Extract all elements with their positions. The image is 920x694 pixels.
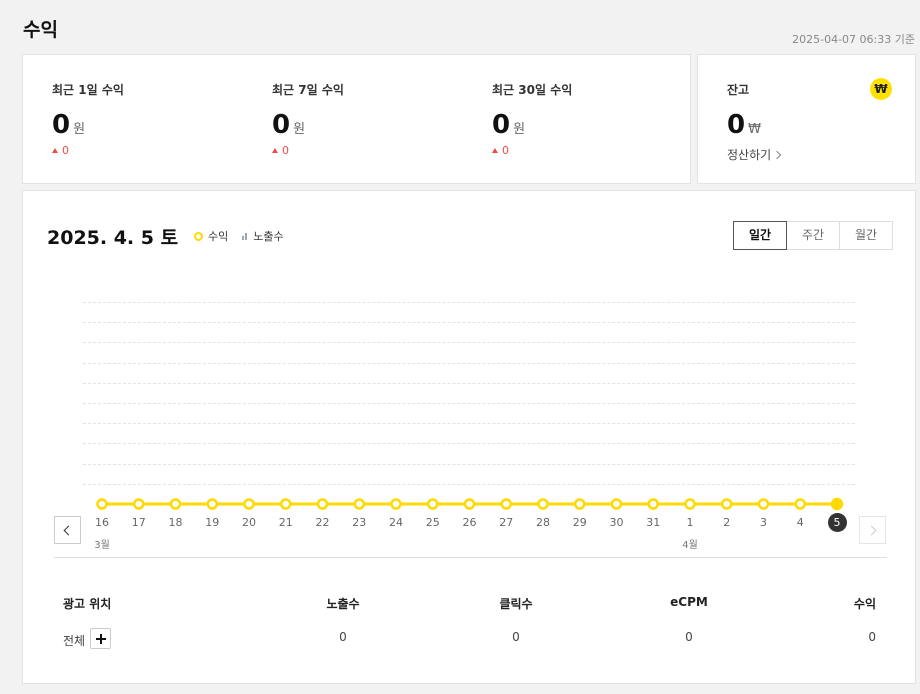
x-tick-label[interactable]: 21	[271, 516, 301, 529]
x-tick-label[interactable]: 16	[87, 516, 117, 529]
revenue-point[interactable]	[280, 498, 292, 510]
x-tick-label[interactable]: 23	[344, 516, 374, 529]
x-tick-label[interactable]: 1	[675, 516, 705, 529]
revenue-point[interactable]	[757, 498, 770, 510]
chevron-right-icon	[772, 150, 782, 160]
revenue-point[interactable]	[721, 498, 733, 510]
x-tick-label[interactable]: 30	[602, 516, 632, 529]
x-tick-label[interactable]: 22	[308, 516, 338, 529]
revenue-point[interactable]	[574, 498, 586, 510]
header-revenue: 수익	[853, 597, 876, 611]
metric-label: 최근 30일 수익	[492, 83, 573, 97]
x-tick-label[interactable]: 18	[161, 516, 191, 529]
metric-delta: 0	[492, 144, 572, 157]
header-impressions: 노출수	[326, 597, 360, 611]
revenue-line-chart	[96, 497, 844, 511]
revenue-point[interactable]	[316, 498, 329, 510]
x-tick-label[interactable]: 28	[528, 516, 558, 529]
x-tick-label[interactable]: 3	[749, 516, 779, 529]
balance-label: 잔고	[727, 83, 750, 97]
revenue-summary-card: 최근 1일 수익 0 원 0 최근 7일 수익 0 원 0 최근 30일 수익 …	[22, 54, 691, 184]
revenue-point[interactable]	[794, 498, 806, 510]
header-clicks: 클릭수	[499, 597, 533, 611]
expand-plus-button[interactable]	[90, 628, 112, 649]
metric-30day: 최근 30일 수익 0 원 0	[492, 81, 572, 157]
metric-value: 0	[272, 110, 291, 140]
revenue-point[interactable]	[500, 498, 512, 510]
chevron-right-icon	[866, 525, 877, 536]
month-label-april: 4월	[682, 540, 698, 551]
metric-delta: 0	[52, 144, 124, 157]
metric-unit: 원	[513, 122, 526, 137]
balance-unit: ₩	[748, 122, 761, 137]
revenue-chart-card: 2025. 4. 5 토 수익 노출수 일간 주간 월간 16 17 18 19 20 2…	[22, 190, 916, 684]
revenue-point[interactable]	[610, 498, 623, 510]
revenue-point[interactable]	[830, 497, 844, 511]
month-label-march: 3월	[94, 540, 110, 551]
x-tick-label[interactable]: 20	[234, 516, 264, 529]
metric-delta: 0	[272, 144, 344, 157]
x-tick-label[interactable]: 27	[491, 516, 521, 529]
metric-7day: 최근 7일 수익 0 원 0	[272, 81, 344, 157]
metric-value: 0	[52, 110, 71, 140]
x-tick-label[interactable]: 19	[197, 516, 227, 529]
page-title: 수익	[23, 19, 58, 41]
metric-delta-value: 0	[62, 144, 69, 157]
balance-value: 0	[727, 110, 746, 140]
metric-delta-value: 0	[502, 144, 509, 157]
revenue-point[interactable]	[537, 498, 549, 510]
settle-link-label: 정산하기	[727, 148, 772, 162]
cell-clicks: 0	[512, 630, 520, 644]
up-arrow-icon	[492, 148, 498, 153]
metric-value: 0	[492, 110, 511, 140]
revenue-point[interactable]	[427, 498, 439, 510]
header-ad-position: 광고 위치	[63, 597, 112, 611]
divider	[54, 557, 887, 558]
metric-1day: 최근 1일 수익 0 원 0	[52, 81, 124, 157]
metric-delta-value: 0	[282, 144, 289, 157]
metric-label: 최근 1일 수익	[52, 83, 124, 97]
revenue-point[interactable]	[96, 498, 108, 510]
revenue-point[interactable]	[169, 498, 182, 510]
x-tick-label[interactable]: 2	[712, 516, 742, 529]
settle-link[interactable]: 정산하기	[727, 146, 782, 163]
x-tick-label[interactable]: 24	[381, 516, 411, 529]
x-tick-label[interactable]: 26	[455, 516, 485, 529]
header-ecpm: eCPM	[670, 595, 708, 609]
cell-ad-position: 전체	[63, 628, 112, 651]
x-tick-label[interactable]: 17	[124, 516, 154, 529]
revenue-point[interactable]	[243, 498, 255, 510]
cell-ad-position-label: 전체	[63, 634, 86, 648]
x-tick-label[interactable]: 5	[827, 513, 847, 532]
x-tick-label[interactable]: 4	[785, 516, 815, 529]
revenue-point[interactable]	[206, 498, 218, 510]
cell-revenue: 0	[868, 630, 876, 644]
prev-period-button[interactable]	[54, 516, 81, 544]
metric-label: 최근 7일 수익	[272, 83, 344, 97]
up-arrow-icon	[272, 148, 278, 153]
revenue-point[interactable]	[390, 498, 402, 510]
revenue-point[interactable]	[353, 498, 365, 510]
up-arrow-icon	[52, 148, 58, 153]
tab-daily[interactable]: 일간	[733, 221, 787, 250]
metric-unit: 원	[293, 122, 306, 137]
metric-unit: 원	[73, 122, 86, 137]
x-tick-label[interactable]: 31	[638, 516, 668, 529]
revenue-point[interactable]	[133, 498, 145, 510]
x-tick-label[interactable]: 25	[418, 516, 448, 529]
updated-timestamp: 2025-04-07 06:33 기준	[792, 33, 915, 46]
balance-card: 잔고 0 ₩ ₩ 정산하기	[697, 54, 916, 184]
won-coin-icon: ₩	[870, 78, 892, 100]
x-tick-label[interactable]: 29	[565, 516, 595, 529]
cell-impressions: 0	[339, 630, 347, 644]
revenue-point[interactable]	[684, 498, 696, 510]
revenue-point[interactable]	[647, 498, 659, 510]
revenue-point[interactable]	[463, 498, 476, 510]
cell-ecpm: 0	[685, 630, 693, 644]
chevron-left-icon	[63, 525, 74, 536]
next-period-button[interactable]	[859, 516, 886, 544]
